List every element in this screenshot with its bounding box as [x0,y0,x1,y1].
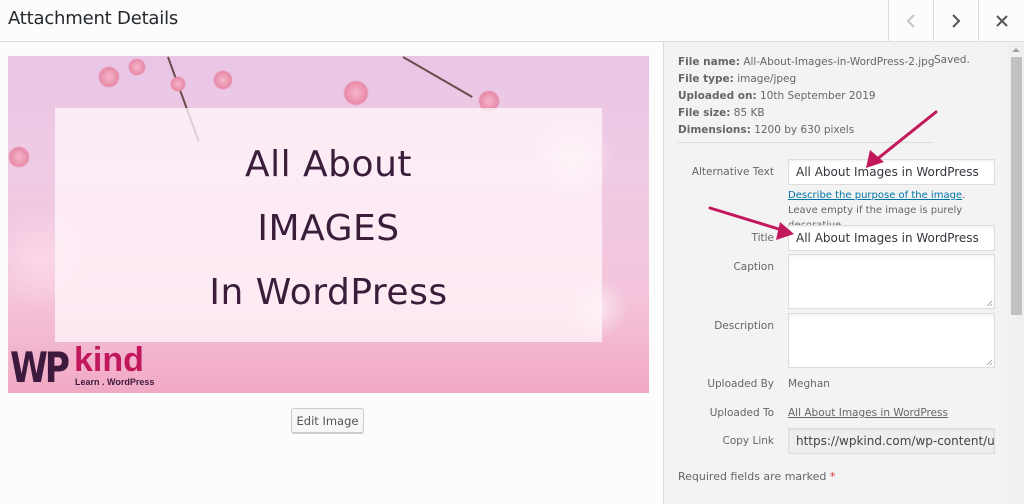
resize-grip-icon[interactable] [986,359,993,366]
chevron-right-icon [952,13,961,28]
logo-tagline: Learn . WordPress [75,377,155,387]
decoration-blossom [213,70,233,90]
file-size-value: 85 KB [733,107,765,119]
uploaded-by-value: Meghan [788,378,830,390]
file-name-label: File name: [678,56,740,68]
image-text-line-1: All About [244,144,412,185]
attachment-details-modal: Attachment Details All About IMAGES In W… [0,0,1024,504]
image-text-line-3: In WordPress [209,272,448,313]
resize-grip-icon[interactable] [986,300,993,307]
caption-label: Caption [733,261,774,273]
required-asterisk: * [829,470,836,483]
logo-kind: kind [74,341,144,379]
required-fields-note: Required fields are marked * [678,470,835,483]
decoration-blossom [8,146,30,168]
file-name-value: All-About-Images-in-WordPress-2.jpg [743,56,935,68]
decoration-blossom [128,58,146,76]
file-type-row: File type: image/jpeg [678,71,935,88]
next-button[interactable] [933,0,978,41]
file-name-row: File name: All-About-Images-in-WordPress… [678,54,935,71]
image-title-card: All About IMAGES In WordPress [55,108,602,342]
decoration-branch [402,56,473,98]
caption-textarea[interactable] [788,254,995,309]
uploaded-on-label: Uploaded on: [678,90,757,102]
title-label: Title [751,232,774,244]
decoration-blossom [98,66,120,88]
decoration-blossom [343,80,369,106]
file-type-label: File type: [678,73,734,85]
uploaded-on-row: Uploaded on: 10th September 2019 [678,88,935,105]
scroll-thumb[interactable] [1011,57,1022,315]
description-label: Description [714,320,774,332]
divider [678,142,933,143]
page-title: Attachment Details [8,8,179,29]
previous-button[interactable] [888,0,933,41]
uploaded-to-label: Uploaded To [709,407,774,419]
dimensions-value: 1200 by 630 pixels [754,124,855,136]
logo-wp: WP [10,343,70,392]
copy-link-input[interactable]: https://wpkind.com/wp-content/up [788,428,995,454]
dimensions-row: Dimensions: 1200 by 630 pixels [678,122,935,139]
describe-purpose-link[interactable]: Describe the purpose of the image [788,190,962,201]
edit-image-button[interactable]: Edit Image [291,408,364,433]
wpkind-logo: WP kind Learn . WordPress [10,341,160,392]
close-icon [995,14,1008,27]
uploaded-on-value: 10th September 2019 [759,90,876,102]
file-type-value: image/jpeg [737,73,797,85]
alt-text-input[interactable]: All About Images in WordPress [788,159,995,185]
media-preview: All About IMAGES In WordPress WP kind Le… [0,42,663,504]
scroll-up-arrow-icon[interactable] [1012,48,1020,52]
decoration-blossom [170,76,186,92]
title-input[interactable]: All About Images in WordPress [788,225,995,251]
alt-text-label: Alternative Text [691,166,774,178]
description-textarea[interactable] [788,313,995,368]
uploaded-to-link[interactable]: All About Images in WordPress [788,407,948,419]
file-size-label: File size: [678,107,731,119]
attachment-sidebar: File name: All-About-Images-in-WordPress… [663,42,1024,504]
required-text: Required fields are marked [678,470,827,483]
sidebar-scrollbar[interactable] [1008,42,1024,504]
file-details: File name: All-About-Images-in-WordPress… [678,54,935,139]
close-button[interactable] [978,0,1024,41]
chevron-left-icon [906,13,915,28]
attachment-image: All About IMAGES In WordPress WP kind Le… [8,56,649,393]
file-size-row: File size: 85 KB [678,105,935,122]
image-text-line-2: IMAGES [257,208,400,249]
modal-header: Attachment Details [0,0,1024,42]
dimensions-label: Dimensions: [678,124,751,136]
uploaded-by-label: Uploaded By [707,378,774,390]
saved-status: Saved. [934,54,970,66]
copy-link-label: Copy Link [722,435,774,447]
